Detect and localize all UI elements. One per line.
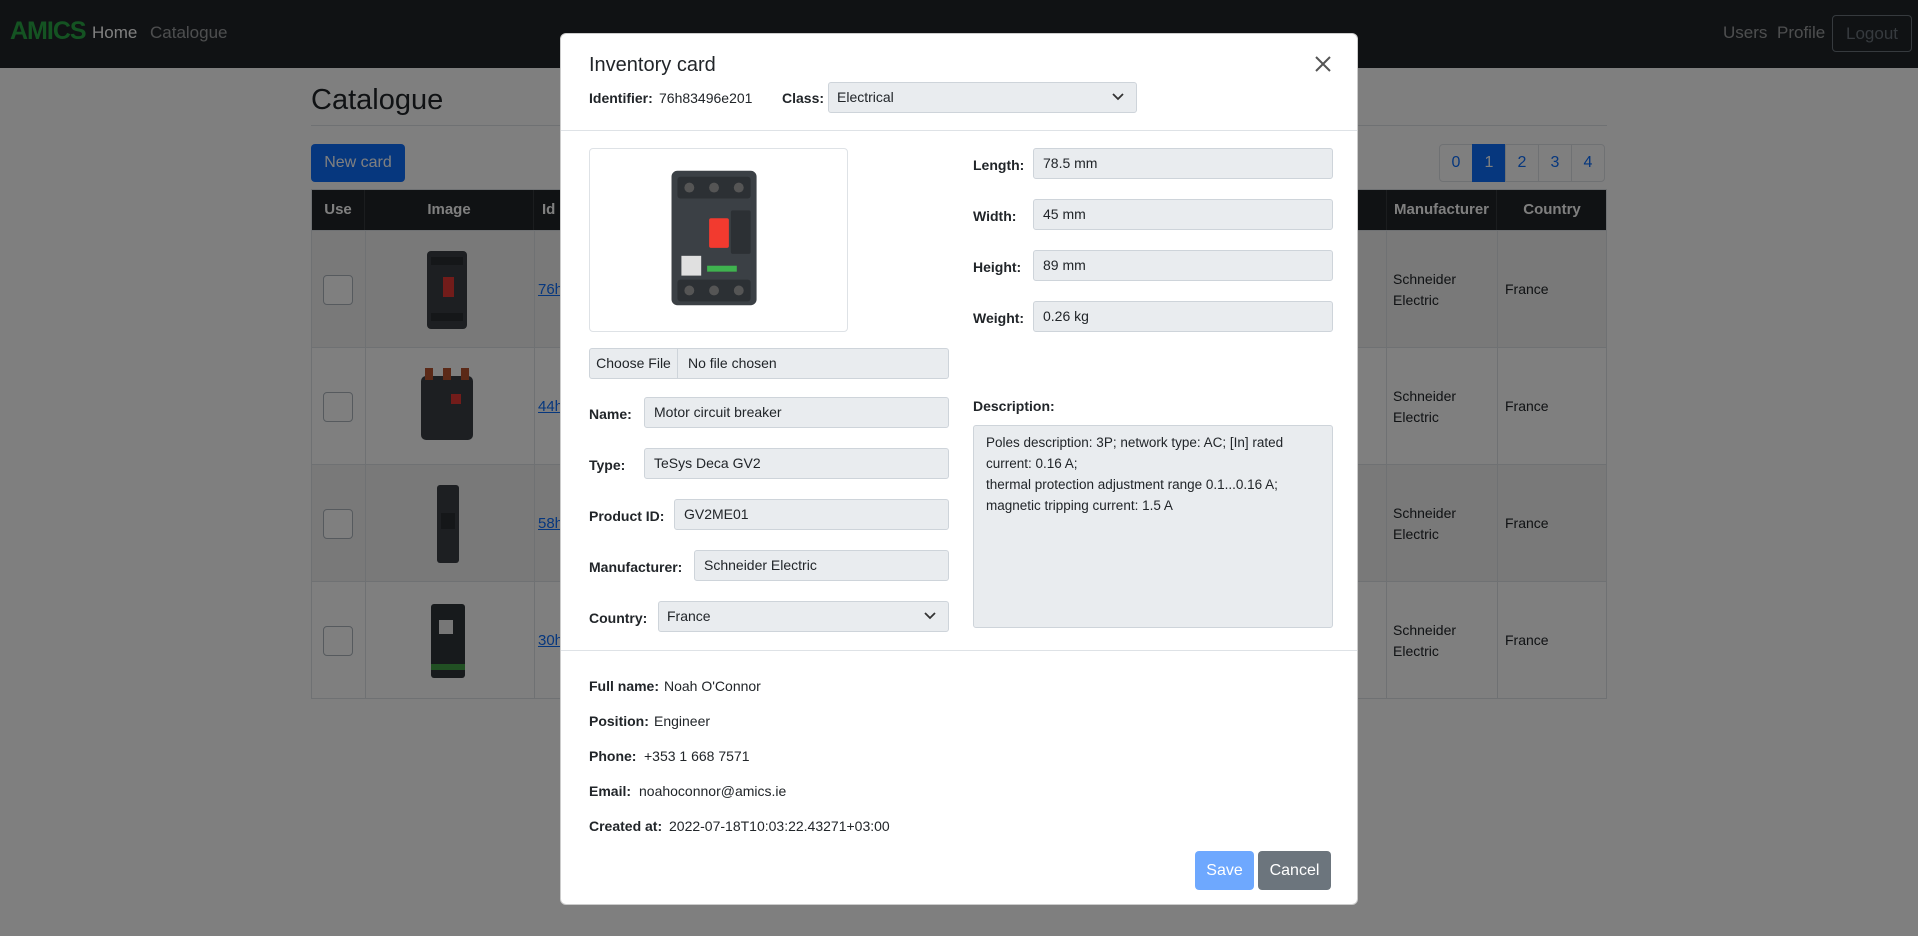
- description-line: magnetic tripping current: 1.5 A: [986, 498, 1173, 513]
- phone-label: Phone:: [589, 748, 637, 764]
- length-input[interactable]: 78.5 mm: [1033, 148, 1333, 179]
- length-label: Length:: [973, 157, 1025, 173]
- cancel-button[interactable]: Cancel: [1258, 851, 1331, 890]
- type-input[interactable]: TeSys Deca GV2: [644, 448, 949, 479]
- image-file-input[interactable]: Choose File No file chosen: [589, 348, 949, 379]
- inventory-card-modal: Inventory card Identifier: 76h83496e201 …: [560, 33, 1358, 905]
- product-image-frame: [589, 148, 848, 332]
- body-divider: [561, 650, 1357, 651]
- save-button[interactable]: Save: [1195, 851, 1254, 890]
- weight-input[interactable]: 0.26 kg: [1033, 301, 1333, 332]
- email-value: noahoconnor@amics.ie: [639, 783, 787, 799]
- width-label: Width:: [973, 208, 1017, 224]
- product-image: [671, 170, 757, 306]
- product-id-label: Product ID:: [589, 508, 665, 524]
- identifier-label: Identifier:: [589, 90, 653, 106]
- created-at-label: Created at:: [589, 818, 663, 834]
- description-line: current: 0.16 A;: [986, 456, 1078, 471]
- country-select-value: France: [667, 608, 711, 624]
- width-input[interactable]: 45 mm: [1033, 199, 1333, 230]
- manufacturer-input[interactable]: Schneider Electric: [694, 550, 949, 581]
- chevron-down-icon: [1112, 93, 1124, 101]
- type-label: Type:: [589, 457, 626, 473]
- height-input[interactable]: 89 mm: [1033, 250, 1333, 281]
- description-line: Poles description: 3P; network type: AC;…: [986, 435, 1284, 450]
- weight-label: Weight:: [973, 310, 1025, 326]
- description-line: thermal protection adjustment range 0.1.…: [986, 477, 1278, 492]
- name-input[interactable]: Motor circuit breaker: [644, 397, 949, 428]
- country-label: Country:: [589, 610, 648, 626]
- header-divider: [561, 130, 1357, 131]
- modal-title: Inventory card: [589, 54, 716, 76]
- position-value: Engineer: [654, 713, 711, 729]
- choose-file-button[interactable]: Choose File: [590, 349, 678, 378]
- position-label: Position:: [589, 713, 649, 729]
- email-label: Email:: [589, 783, 632, 799]
- height-label: Height:: [973, 259, 1022, 275]
- class-label: Class:: [782, 90, 825, 106]
- close-icon[interactable]: [1311, 52, 1335, 76]
- product-id-input[interactable]: GV2ME01: [674, 499, 949, 530]
- country-select[interactable]: France: [658, 601, 949, 632]
- manufacturer-label: Manufacturer:: [589, 559, 683, 575]
- created-at-value: 2022-07-18T10:03:22.43271+03:00: [669, 818, 890, 834]
- chevron-down-icon: [924, 612, 936, 620]
- full-name-value: Noah O'Connor: [664, 678, 761, 694]
- class-select-value: Electrical: [837, 89, 894, 105]
- description-textarea[interactable]: Poles description: 3P; network type: AC;…: [973, 425, 1333, 628]
- class-select[interactable]: Electrical: [828, 82, 1137, 113]
- phone-value: +353 1 668 7571: [644, 748, 750, 764]
- name-label: Name:: [589, 406, 632, 422]
- full-name-label: Full name:: [589, 678, 660, 694]
- identifier-value: 76h83496e201: [659, 90, 753, 106]
- file-status: No file chosen: [688, 355, 777, 371]
- description-label: Description:: [973, 398, 1055, 414]
